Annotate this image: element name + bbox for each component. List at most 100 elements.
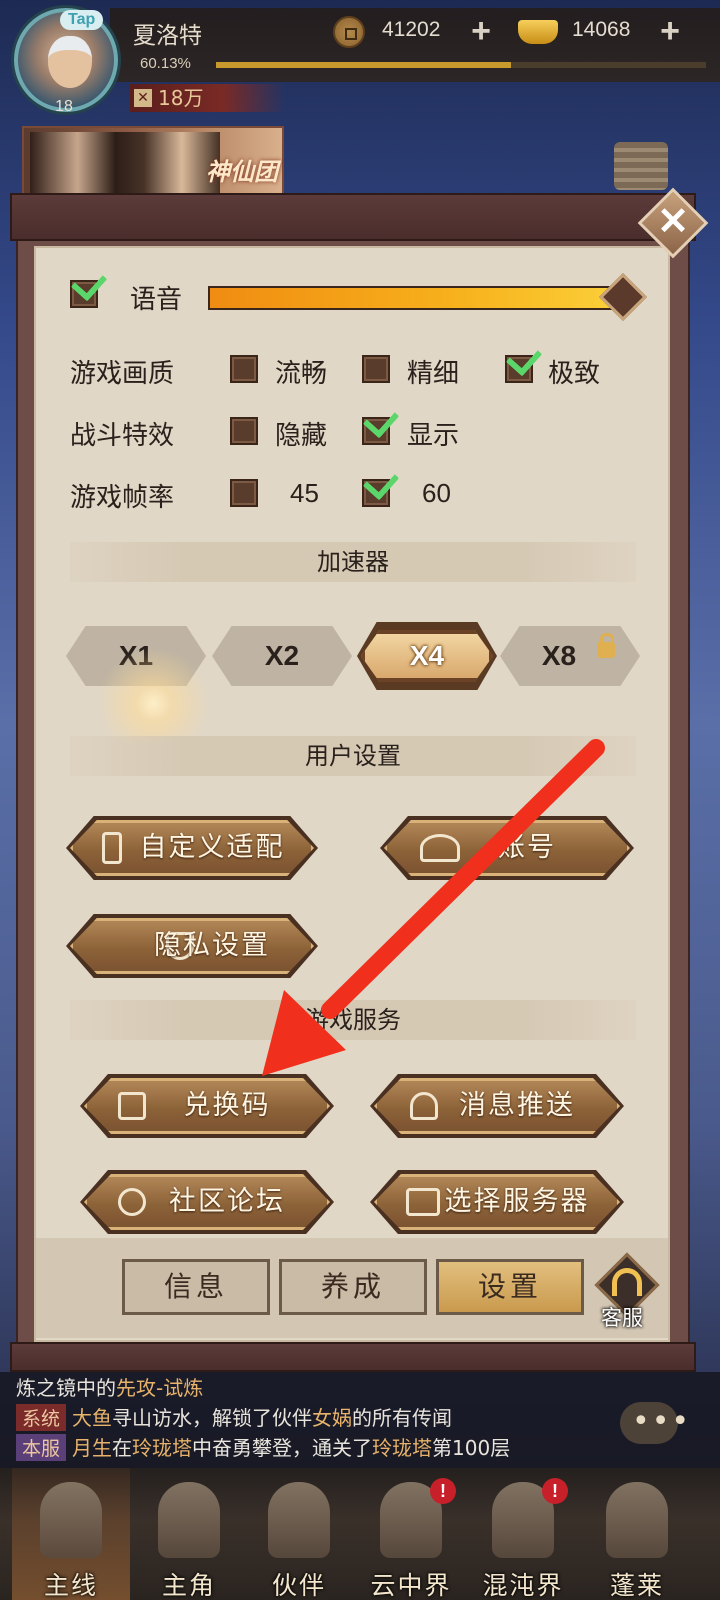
player-level: 18 (55, 98, 73, 115)
crossed-swords-icon: ✕ (134, 89, 152, 107)
chat-highlight: 玲珑塔 (372, 1436, 433, 1460)
chat-highlight: 女娲 (312, 1406, 353, 1430)
redeem-code-button[interactable]: 兑换码 (80, 1074, 334, 1138)
framerate-45-checkbox[interactable] (230, 479, 258, 507)
alert-badge: ! (430, 1478, 456, 1504)
top-hud: Tap 18 夏洛特 60.13% ✕ 18万 41202 + 14068 + (0, 0, 720, 120)
nav-label: 云中界 (370, 1571, 452, 1600)
headset-icon (612, 1268, 642, 1296)
chat-text: 寻山访水，解锁了伙伴 (112, 1406, 313, 1430)
voice-checkbox[interactable] (70, 264, 108, 308)
alert-badge: ! (542, 1478, 568, 1504)
nav-label: 主角 (161, 1571, 216, 1600)
game-services-section-title: 游戏服务 (70, 1000, 636, 1040)
system-tag: 系统 (16, 1404, 67, 1431)
privacy-settings-label: 隐私设置 (154, 930, 270, 961)
sparkle-effect (82, 632, 212, 742)
hero-icon (158, 1482, 220, 1558)
effects-hide-label: 隐藏 (275, 421, 328, 451)
event-banner[interactable]: 神仙团 (22, 126, 284, 200)
sage-icon (606, 1482, 668, 1558)
nav-label: 蓬莱 (609, 1571, 664, 1600)
volume-slider-fill (210, 288, 624, 308)
nav-chaos-realm[interactable]: ! 混沌界 (464, 1468, 582, 1600)
add-gold-button[interactable]: + (655, 14, 685, 48)
chat-line: 本服 月生在玲珑塔中奋勇攀登，通关了玲珑塔第100层 (16, 1432, 510, 1461)
nav-protagonist[interactable]: 主角 (130, 1468, 248, 1600)
nav-label: 伙伴 (271, 1571, 326, 1600)
select-server-button[interactable]: 选择服务器 (370, 1170, 624, 1234)
coin-amount: 41202 (382, 18, 441, 41)
nav-label: 混沌界 (482, 1571, 564, 1600)
exp-percent: 60.13% (140, 55, 191, 72)
tab-info[interactable]: 信息 (122, 1259, 270, 1315)
chat-text: 中奋勇攀登，通关了 (192, 1436, 373, 1460)
nav-partners[interactable]: 伙伴 (240, 1468, 358, 1600)
combat-power-value: 18万 (158, 86, 204, 110)
crossed-swords-icon (40, 1482, 102, 1558)
gold-ingot-icon (518, 20, 558, 44)
effects-hide-checkbox[interactable] (230, 417, 258, 445)
redeem-code-label: 兑换码 (183, 1090, 271, 1121)
chat-text: 第100层 (432, 1436, 511, 1460)
customer-service-label[interactable]: 客服 (601, 1302, 643, 1332)
effects-label: 战斗特效 (70, 421, 175, 451)
copper-coin-icon (333, 16, 365, 48)
quality-fine-checkbox[interactable] (362, 355, 390, 383)
tab-growth[interactable]: 养成 (279, 1259, 427, 1315)
tap-badge: Tap (60, 10, 104, 30)
voice-label: 语音 (130, 285, 183, 315)
chat-highlight: 玲珑塔 (132, 1436, 193, 1460)
nav-penglai[interactable]: 蓬莱 (578, 1468, 696, 1600)
quality-ultra-checkbox[interactable] (505, 339, 543, 383)
lock-icon (597, 633, 615, 658)
gold-amount: 14068 (572, 18, 631, 41)
push-notification-label: 消息推送 (459, 1090, 575, 1121)
select-server-label: 选择服务器 (444, 1186, 590, 1217)
partner-icon (268, 1482, 330, 1558)
avatar-face (48, 36, 92, 88)
account-button[interactable]: 账号 (380, 816, 634, 880)
scroll-icon[interactable] (614, 142, 668, 190)
chat-text: 炼之镜中的 (16, 1376, 116, 1400)
quality-label: 游戏画质 (70, 359, 175, 389)
privacy-settings-button[interactable]: 隐私设置 (66, 914, 318, 978)
nav-main-story[interactable]: 主线 (12, 1468, 130, 1600)
settings-panel-header (10, 193, 696, 241)
chat-highlight: 大鱼 (72, 1406, 113, 1430)
speed-x4-button[interactable]: X4 (361, 630, 493, 682)
nav-cloud-realm[interactable]: ! 云中界 (352, 1468, 470, 1600)
chat-line: 系统 大鱼寻山访水，解锁了伙伴女娲的所有传闻 (16, 1402, 452, 1431)
quality-smooth-label: 流畅 (275, 359, 328, 389)
framerate-45-label: 45 (290, 478, 319, 508)
exp-bar (216, 62, 706, 68)
quality-smooth-checkbox[interactable] (230, 355, 258, 383)
custom-adapt-button[interactable]: 自定义适配 (66, 816, 318, 880)
chat-line: 炼之镜中的先攻-试炼 (16, 1372, 203, 1401)
chat-dots-icon: ••• (632, 1404, 692, 1439)
framerate-60-checkbox[interactable] (362, 463, 400, 507)
user-settings-section-title: 用户设置 (70, 736, 636, 776)
player-name: 夏洛特 (133, 23, 202, 49)
chat-highlight: 先攻-试炼 (116, 1376, 204, 1400)
nav-label: 主线 (43, 1571, 98, 1600)
chat-highlight: 月生 (72, 1436, 113, 1460)
custom-adapt-label: 自定义适配 (139, 832, 285, 863)
close-icon[interactable]: ✕ (648, 196, 698, 246)
effects-show-checkbox[interactable] (362, 401, 400, 445)
framerate-60-label: 60 (422, 478, 451, 508)
quality-ultra-label: 极致 (548, 359, 601, 389)
chat-text: 在 (112, 1436, 133, 1460)
volume-slider[interactable] (208, 286, 626, 310)
community-forum-label: 社区论坛 (169, 1186, 285, 1217)
community-forum-button[interactable]: 社区论坛 (80, 1170, 334, 1234)
speed-x2-button[interactable]: X2 (212, 626, 352, 686)
speed-x8-button[interactable]: X8 (500, 626, 640, 686)
push-notification-button[interactable]: 消息推送 (370, 1074, 624, 1138)
settings-panel-footer (10, 1342, 696, 1372)
quality-fine-label: 精细 (407, 359, 460, 389)
add-coins-button[interactable]: + (466, 14, 496, 48)
combat-power: ✕ 18万 (130, 84, 285, 112)
accelerator-section-title: 加速器 (70, 542, 636, 582)
tab-settings[interactable]: 设置 (436, 1259, 584, 1315)
